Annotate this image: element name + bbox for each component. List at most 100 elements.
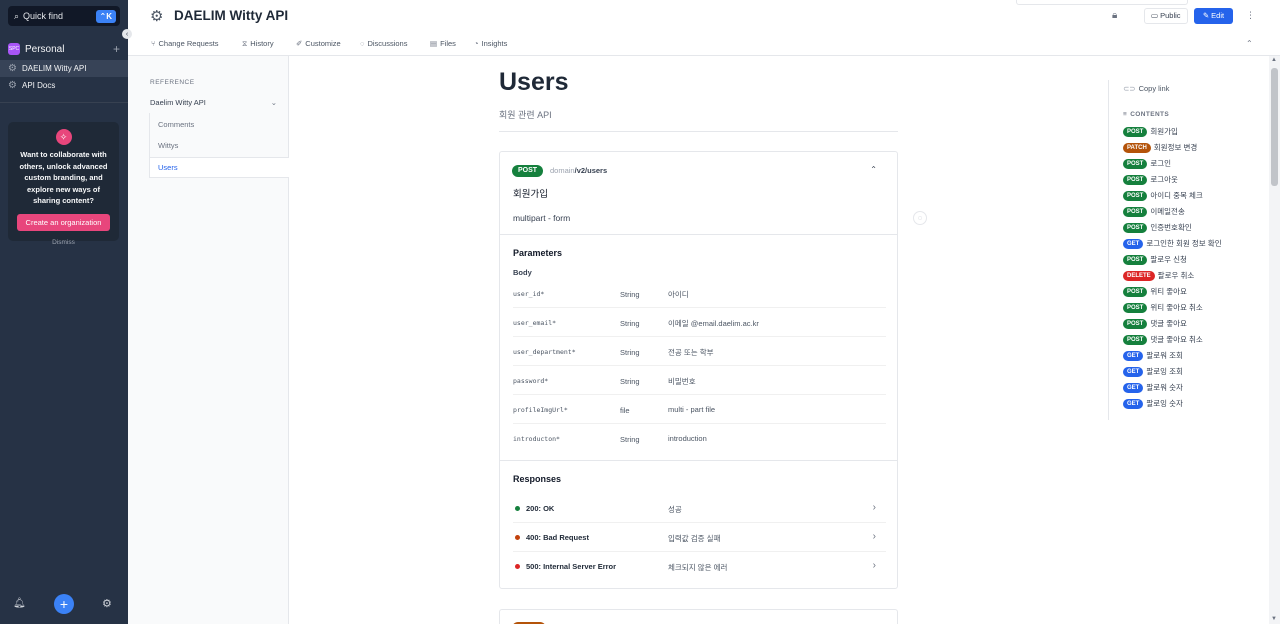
scroll-down-arrow[interactable]: ▼ — [1271, 616, 1277, 622]
response-code: 400: Bad Request — [526, 533, 589, 542]
toc-item[interactable]: POST 아이디 중복 체크 — [1123, 190, 1203, 201]
method-badge: POST — [1123, 174, 1148, 185]
more-options-icon[interactable]: ⋮ — [1246, 10, 1255, 21]
search-icon: ⌕ — [14, 10, 20, 21]
create-organization-button[interactable]: Create an organization — [17, 213, 110, 231]
gear-icon: ⚙ — [8, 79, 17, 91]
public-button[interactable]: ▭ Public — [1144, 8, 1188, 24]
toc-item[interactable]: GET 로그인한 회원 정보 확인 — [1123, 238, 1222, 249]
param-type: String — [620, 377, 640, 386]
toc-item-label: 팔로워 숫자 — [1146, 383, 1183, 392]
toc-item[interactable]: POST 위티 좋아요 — [1123, 286, 1187, 297]
space-logo-icon: ⚙ — [150, 8, 164, 25]
param-name: password* — [513, 377, 549, 385]
toc-item[interactable]: POST 인증번호확인 — [1123, 222, 1192, 233]
quick-find-button[interactable]: ⌕ Quick find ⌃K — [8, 6, 120, 26]
chevron-right-icon: › — [872, 502, 876, 513]
collapse-chevron-icon[interactable]: ⌃ — [870, 165, 877, 174]
response-row-400[interactable]: 400: Bad Request 입력값 검증 실패 › — [513, 523, 886, 552]
toc-item[interactable]: POST 이메일전송 — [1123, 206, 1185, 217]
edit-button[interactable]: ✎ Edit — [1194, 8, 1233, 24]
tab-label: Discussions — [367, 39, 408, 48]
method-badge: POST — [1123, 158, 1148, 169]
toc-item[interactable]: POST 댓글 좋아요 — [1123, 318, 1187, 329]
tab-label: Files — [440, 39, 456, 48]
tab-insights[interactable]: ◔ Insights — [474, 39, 507, 48]
param-desc: 비밀번호 — [668, 377, 696, 386]
tab-customize[interactable]: ✐ Customize — [296, 39, 341, 48]
sidebar-item-label: API Docs — [22, 81, 56, 90]
insights-icon: ◔ — [474, 39, 479, 48]
toc-item[interactable]: POST 팔로우 신청 — [1123, 254, 1187, 265]
bell-icon[interactable]: 🔔︎ — [13, 598, 26, 609]
list-icon: ≡ — [1123, 111, 1128, 118]
tab-files[interactable]: ▤ Files — [430, 39, 456, 48]
toc-item[interactable]: PATCH 회원정보 변경 — [1123, 142, 1197, 153]
toc-item[interactable]: GET 팔로잉 조회 — [1123, 366, 1183, 377]
toc-item-label: 팔로잉 조회 — [1146, 367, 1183, 376]
dismiss-link[interactable]: Dismiss — [14, 239, 113, 246]
copy-link-label: Copy link — [1138, 84, 1170, 93]
space-name: Personal — [25, 43, 65, 55]
copy-link-button[interactable]: ⊂⊃ Copy link — [1123, 84, 1169, 93]
response-code: 200: OK — [526, 504, 555, 513]
response-row-200[interactable]: 200: OK 성공 › — [513, 494, 886, 523]
param-type: String — [620, 319, 640, 328]
nav-group-daelim-witty-api[interactable]: Daelim Witty API ⌄ — [150, 98, 277, 107]
param-row: user_id* String 아이디 — [513, 279, 886, 308]
sidebar-item-api-docs[interactable]: ⚙ API Docs — [0, 77, 128, 94]
toc-item[interactable]: POST 위티 좋아요 취소 — [1123, 302, 1203, 313]
param-type: String — [620, 290, 640, 299]
response-row-500[interactable]: 500: Internal Server Error 체크되지 않은 에러 › — [513, 552, 886, 581]
scrollbar-thumb[interactable] — [1271, 68, 1278, 186]
response-desc: 체크되지 않은 에러 — [668, 563, 728, 572]
status-dot — [515, 506, 520, 511]
nav-item-wittys[interactable]: Wittys — [158, 141, 178, 150]
lock-icon[interactable]: 🔒︎ — [1112, 10, 1117, 21]
path-value: /v2/users — [574, 166, 608, 175]
param-desc: introduction — [668, 434, 707, 443]
toc-item-label: 팔로우 취소 — [1157, 271, 1195, 280]
nav-item-users[interactable]: Users — [149, 157, 289, 178]
method-badge: POST — [1123, 334, 1148, 345]
method-badge: GET — [1123, 366, 1144, 377]
tab-history[interactable]: ⧖ History — [242, 39, 274, 49]
quick-find-label: Quick find — [23, 11, 64, 21]
reference-nav: REFERENCE Daelim Witty API ⌄ Comments Wi… — [128, 56, 289, 624]
top-header: ⚙ DAELIM Witty API 🔒︎ ▭ Public ✎ Edit ⋮ — [128, 0, 1280, 34]
toc-item[interactable]: POST 로그인 — [1123, 158, 1171, 169]
toc-item[interactable]: POST 회원가입 — [1123, 126, 1178, 137]
param-name: user_id* — [513, 290, 545, 298]
toc-item[interactable]: POST 댓글 좋아요 취소 — [1123, 334, 1203, 345]
add-space-icon[interactable]: + — [113, 42, 120, 56]
toc-item-label: 아이디 중복 체크 — [1150, 191, 1203, 200]
app-sidebar: ⌕ Quick find ⌃K ‹ SPC Personal + ⚙ DAELI… — [0, 0, 132, 624]
method-badge: PATCH — [1123, 142, 1151, 153]
comment-icon[interactable]: ◌ — [913, 211, 927, 225]
brush-icon: ✐ — [296, 39, 303, 48]
tab-discussions[interactable]: ◌ Discussions — [360, 39, 407, 48]
scrollbar[interactable]: ▲ ▼ — [1269, 56, 1280, 624]
settings-gear-icon[interactable]: ⚙ — [102, 597, 112, 610]
link-icon: ⊂⊃ — [1123, 84, 1136, 93]
tab-change-requests[interactable]: ⑂ Change Requests — [151, 39, 219, 48]
toc-item[interactable]: POST 로그아웃 — [1123, 174, 1178, 185]
scroll-up-arrow[interactable]: ▲ — [1271, 57, 1277, 63]
toc-item-label: 팔로잉 숫자 — [1146, 399, 1183, 408]
chevron-up-icon[interactable]: ⌃ — [1246, 39, 1253, 48]
space-switcher[interactable]: SPC Personal + — [8, 41, 120, 57]
toc-item[interactable]: GET 팔로잉 숫자 — [1123, 398, 1183, 409]
nav-item-comments[interactable]: Comments — [158, 120, 194, 129]
sidebar-footer: 🔔︎ + ⚙ — [0, 594, 128, 614]
branch-icon: ⑂ — [151, 39, 156, 48]
toc-item[interactable]: GET 팔로워 조회 — [1123, 350, 1183, 361]
divider — [499, 131, 898, 132]
toc-item[interactable]: GET 팔로워 숫자 — [1123, 382, 1183, 393]
method-badge: DELETE — [1123, 270, 1155, 281]
toc-item[interactable]: DELETE 팔로우 취소 — [1123, 270, 1194, 281]
operation-title: 회원가입 — [513, 189, 548, 200]
add-button[interactable]: + — [54, 594, 74, 614]
sidebar-item-daelim-witty-api[interactable]: ⚙ DAELIM Witty API — [0, 60, 128, 77]
param-row: user_email* String 이메일 @email.daelim.ac.… — [513, 308, 886, 337]
comment-icon: ◌ — [360, 39, 365, 48]
